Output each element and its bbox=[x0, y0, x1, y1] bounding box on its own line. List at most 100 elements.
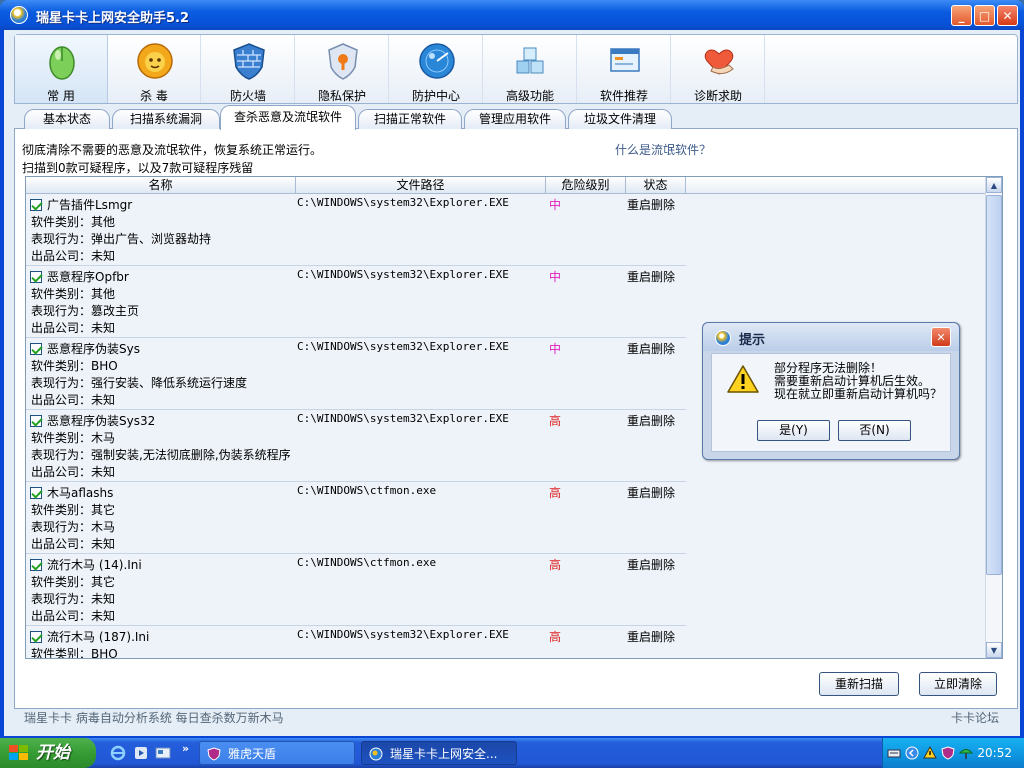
tab-junk-cleanup[interactable]: 垃圾文件清理 bbox=[568, 109, 672, 129]
row-detail: 表现行为：未知 bbox=[31, 592, 116, 606]
row-detail: 表现行为：篡改主页 bbox=[31, 304, 140, 318]
row-detail: 软件类别：木马 bbox=[31, 431, 116, 445]
shield-icon[interactable] bbox=[941, 746, 955, 760]
row-checkbox[interactable] bbox=[30, 343, 42, 355]
tab-malware-scan[interactable]: 查杀恶意及流氓软件 bbox=[220, 105, 356, 130]
vertical-scrollbar[interactable]: ▲ ▼ bbox=[985, 177, 1002, 658]
table-row[interactable]: 恶意程序伪装Sys32 C:\WINDOWS\system32\Explorer.… bbox=[26, 410, 686, 482]
yes-button[interactable]: 是(Y) bbox=[757, 420, 830, 441]
row-name: 恶意程序伪装Sys32 bbox=[47, 414, 156, 428]
table-row[interactable]: 广告插件Lsmgr C:\WINDOWS\system32\Explorer.EX… bbox=[26, 194, 686, 266]
radar-icon bbox=[419, 43, 455, 79]
no-button[interactable]: 否(N) bbox=[838, 420, 911, 441]
toolbar-item-firewall[interactable]: 防火墙 bbox=[202, 35, 295, 103]
umbrella-icon[interactable] bbox=[959, 746, 973, 760]
row-path: C:\WINDOWS\ctfmon.exe bbox=[297, 484, 437, 497]
dialog-close-button[interactable]: ✕ bbox=[931, 327, 951, 347]
table-row[interactable]: 恶意程序Opfbr C:\WINDOWS\system32\Explorer.EX… bbox=[26, 266, 686, 338]
row-risk-level: 高 bbox=[549, 486, 562, 500]
row-status[interactable]: 重启删除 bbox=[627, 484, 675, 501]
show-desktop-icon[interactable] bbox=[155, 745, 171, 761]
tab-scan-vulnerabilities[interactable]: 扫描系统漏洞 bbox=[112, 109, 220, 129]
what-is-rogue-software-link[interactable]: 什么是流氓软件？ bbox=[615, 141, 711, 158]
scroll-down-button[interactable]: ▼ bbox=[986, 642, 1002, 658]
toolbar-item-diagnosis-help[interactable]: 诊断求助 bbox=[672, 35, 765, 103]
row-checkbox[interactable] bbox=[30, 199, 42, 211]
forum-link[interactable]: 卡卡论坛 bbox=[951, 709, 999, 726]
tab-manage-apps[interactable]: 管理应用软件 bbox=[464, 109, 566, 129]
toolbar-label: 软件推荐 bbox=[599, 89, 648, 103]
table-row[interactable]: 流行木马 (187).Ini C:\WINDOWS\system32\Explor… bbox=[26, 626, 686, 658]
taskbar: 开始 » 雅虎天盾 瑞星卡卡上网安全... 20:52 bbox=[0, 738, 1024, 768]
scroll-thumb[interactable] bbox=[986, 195, 1002, 575]
toolbar-label: 防火墙 bbox=[229, 89, 266, 103]
tab-scan-normal-software[interactable]: 扫描正常软件 bbox=[358, 109, 462, 129]
clock: 20:52 bbox=[977, 746, 1012, 760]
windows-logo-icon bbox=[9, 745, 28, 760]
media-player-icon[interactable] bbox=[133, 745, 149, 761]
toolbar-item-protection-center[interactable]: 防护中心 bbox=[390, 35, 483, 103]
row-status[interactable]: 重启删除 bbox=[627, 556, 675, 573]
start-button[interactable]: 开始 bbox=[0, 738, 96, 768]
internet-explorer-icon[interactable] bbox=[110, 745, 126, 761]
row-checkbox[interactable] bbox=[30, 271, 42, 283]
scroll-up-button[interactable]: ▲ bbox=[986, 177, 1002, 193]
minimize-button[interactable]: _ bbox=[951, 5, 972, 26]
toolbar-item-software-recommend[interactable]: 软件推荐 bbox=[578, 35, 671, 103]
row-risk-level: 高 bbox=[549, 414, 562, 428]
row-status[interactable]: 重启删除 bbox=[627, 628, 675, 645]
keyboard-icon[interactable] bbox=[887, 746, 901, 760]
yahoo-shield-icon bbox=[207, 747, 221, 761]
column-header-status[interactable]: 状态 bbox=[626, 177, 686, 194]
title-bar[interactable]: 瑞星卡卡上网安全助手5.2 _ □ ✕ bbox=[0, 0, 1024, 30]
mouse-icon bbox=[49, 46, 75, 80]
toolbar-item-antivirus[interactable]: 杀 毒 bbox=[108, 35, 201, 103]
toolbar-item-advanced[interactable]: 高级功能 bbox=[484, 35, 577, 103]
system-tray: 20:52 bbox=[882, 738, 1024, 768]
security-alert-icon[interactable] bbox=[923, 746, 937, 760]
column-header-name[interactable]: 名称 bbox=[26, 177, 296, 194]
panel-description: 彻底清除不需要的恶意及流氓软件，恢复系统正常运行。 bbox=[22, 143, 323, 157]
row-checkbox[interactable] bbox=[30, 559, 42, 571]
start-label: 开始 bbox=[36, 743, 70, 763]
row-status[interactable]: 重启删除 bbox=[627, 340, 675, 357]
row-status[interactable]: 重启删除 bbox=[627, 268, 675, 285]
row-status[interactable]: 重启删除 bbox=[627, 196, 675, 213]
close-button[interactable]: ✕ bbox=[997, 5, 1018, 26]
table-row[interactable]: 木马aflashs C:\WINDOWS\ctfmon.exe 高 重启删除 软件类别：… bbox=[26, 482, 686, 554]
footer-slogan[interactable]: 瑞星卡卡 病毒自动分析系统 每日查杀数万新木马 bbox=[24, 709, 284, 726]
table-row[interactable]: 流行木马 (14).Ini C:\WINDOWS\ctfmon.exe 高 重启删除软… bbox=[26, 554, 686, 626]
quick-launch-expand-icon[interactable]: » bbox=[182, 742, 189, 755]
row-name: 流行木马 (14).Ini bbox=[47, 558, 142, 572]
toolbar-item-common[interactable]: 常 用 bbox=[15, 35, 108, 103]
row-detail: 软件类别：BHO bbox=[31, 359, 118, 373]
app-logo-icon bbox=[715, 330, 731, 346]
toolbar-label: 诊断求助 bbox=[693, 89, 742, 103]
taskbar-item-rising-kaka[interactable]: 瑞星卡卡上网安全... bbox=[361, 741, 517, 765]
tab-basic-status[interactable]: 基本状态 bbox=[24, 109, 110, 129]
row-name: 木马aflashs bbox=[47, 486, 114, 500]
tray-expand-icon[interactable] bbox=[905, 746, 919, 760]
taskbar-item-yahoo-shield[interactable]: 雅虎天盾 bbox=[199, 741, 355, 765]
clean-now-button[interactable]: 立即清除 bbox=[919, 672, 997, 696]
taskbar-item-label: 雅虎天盾 bbox=[228, 747, 277, 761]
lion-shield-icon bbox=[137, 43, 173, 79]
row-name: 广告插件Lsmgr bbox=[47, 198, 133, 212]
row-checkbox[interactable] bbox=[30, 631, 42, 643]
row-status[interactable]: 重启删除 bbox=[627, 412, 675, 429]
privacy-shield-icon bbox=[328, 43, 358, 80]
column-header-path[interactable]: 文件路径 bbox=[296, 177, 546, 194]
row-path: C:\WINDOWS\system32\Explorer.EXE bbox=[297, 412, 509, 425]
rescan-button[interactable]: 重新扫描 bbox=[819, 672, 899, 696]
table-row[interactable]: 恶意程序伪装Sys C:\WINDOWS\system32\Explorer.EX… bbox=[26, 338, 686, 410]
taskbar-item-label: 瑞星卡卡上网安全... bbox=[390, 747, 498, 761]
row-detail: 出品公司：未知 bbox=[31, 321, 116, 335]
row-detail: 表现行为：强制安装,无法彻底删除,伪装系统程序 bbox=[31, 448, 291, 462]
maximize-button[interactable]: □ bbox=[974, 5, 995, 26]
dialog-title-bar[interactable]: 提示 ✕ bbox=[703, 323, 959, 351]
row-checkbox[interactable] bbox=[30, 487, 42, 499]
restart-prompt-dialog: 提示 ✕ 部分程序无法删除！ 需要重新启动计算机后生效。 现在就立即重新启动计算… bbox=[702, 322, 960, 460]
column-header-risk[interactable]: 危险级别 bbox=[546, 177, 626, 194]
row-checkbox[interactable] bbox=[30, 415, 42, 427]
toolbar-item-privacy[interactable]: 隐私保护 bbox=[296, 35, 389, 103]
